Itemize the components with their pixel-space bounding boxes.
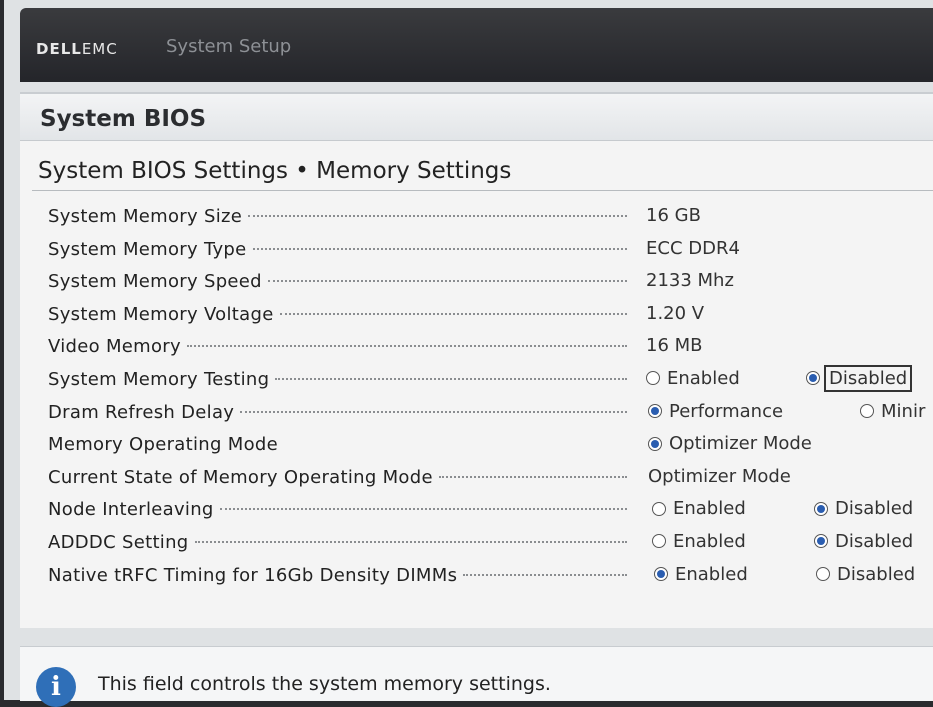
leader-dots xyxy=(252,247,627,250)
setting-label: System Memory Speed xyxy=(48,271,262,293)
setting-row-memory-size: System Memory Size 16 GB xyxy=(48,200,933,233)
radio-button-icon[interactable] xyxy=(652,534,666,549)
radio-enabled[interactable]: Enabled xyxy=(652,531,746,552)
settings-list: System Memory Size 16 GB System Memory T… xyxy=(48,200,933,591)
setting-label: System Memory Testing xyxy=(48,368,270,390)
leader-dots xyxy=(248,215,627,217)
radio-performance[interactable]: Performance xyxy=(648,401,783,422)
setting-label: Native tRFC Timing for 16Gb Density DIMM… xyxy=(48,564,458,586)
radio-selected-icon[interactable] xyxy=(814,534,828,549)
setting-label: Node Interleaving xyxy=(48,499,214,521)
setting-label: System Memory Voltage xyxy=(48,303,274,325)
setting-row-adddc: ADDDC Setting Enabled Disabled xyxy=(48,526,933,559)
setting-row-memory-type: System Memory Type ECC DDR4 xyxy=(48,233,933,266)
setting-row-node-interleaving: Node Interleaving Enabled Disabled xyxy=(48,493,933,526)
setting-row-memory-voltage: System Memory Voltage 1.20 V xyxy=(48,298,933,331)
setting-value: 16 MB xyxy=(646,335,703,357)
setting-label: Current State of Memory Operating Mode xyxy=(48,466,433,488)
info-icon: i xyxy=(36,667,76,707)
leader-dots xyxy=(186,345,627,348)
leader-dots xyxy=(275,377,627,380)
help-text: This field controls the system memory se… xyxy=(98,673,551,695)
setting-label: Memory Operating Mode xyxy=(48,434,278,456)
setting-label: Video Memory xyxy=(48,336,181,358)
setting-row-memory-operating-mode: Memory Operating Mode Optimizer Mode xyxy=(48,428,933,461)
panel-header: System BIOS xyxy=(20,94,933,141)
radio-enabled[interactable]: Enabled xyxy=(652,498,746,519)
setting-value: 1.20 V xyxy=(646,302,705,324)
divider xyxy=(32,190,933,191)
radio-selected-icon[interactable] xyxy=(654,567,668,582)
setting-value: Optimizer Mode xyxy=(648,465,791,487)
leader-dots xyxy=(219,508,627,511)
radio-selected-icon[interactable] xyxy=(648,404,662,419)
radio-disabled[interactable]: Disabled xyxy=(814,498,913,519)
radio-minimum[interactable]: Minir xyxy=(860,401,925,422)
radio-button-icon[interactable] xyxy=(816,567,830,582)
setting-label: ADDDC Setting xyxy=(48,531,189,553)
leader-dots xyxy=(240,410,627,413)
setting-value: 2133 Mhz xyxy=(646,270,734,292)
leader-dots xyxy=(194,540,627,543)
setting-label: System Memory Size xyxy=(48,206,243,227)
panel-title: System BIOS xyxy=(40,106,207,132)
setting-row-memory-testing: System Memory Testing Enabled Disabled xyxy=(48,363,933,396)
header-bar: DELLEMC System Setup xyxy=(20,8,933,82)
radio-disabled[interactable]: Disabled xyxy=(814,531,913,552)
radio-disabled[interactable]: Disabled xyxy=(816,564,915,585)
app-title: System Setup xyxy=(166,36,292,57)
help-bar: i This field controls the system memory … xyxy=(20,646,933,707)
radio-enabled[interactable]: Enabled xyxy=(654,564,748,585)
setting-value: 16 GB xyxy=(646,205,701,226)
setting-label: System Memory Type xyxy=(48,238,247,260)
main-panel: System BIOS System BIOS Settings • Memor… xyxy=(20,92,933,628)
leader-dots xyxy=(463,573,627,576)
radio-disabled[interactable]: Disabled xyxy=(806,364,913,392)
leader-dots xyxy=(438,475,627,478)
setting-row-native-trfc: Native tRFC Timing for 16Gb Density DIMM… xyxy=(48,559,933,592)
setting-row-video-memory: Video Memory 16 MB xyxy=(48,330,933,363)
radio-selected-icon[interactable] xyxy=(814,501,828,516)
setting-row-dram-refresh-delay: Dram Refresh Delay Performance Minir xyxy=(48,396,933,429)
leader-dots xyxy=(279,312,627,315)
leader-dots xyxy=(267,280,627,283)
setting-row-current-state: Current State of Memory Operating Mode O… xyxy=(48,461,933,494)
radio-enabled[interactable]: Enabled xyxy=(646,368,740,389)
setting-value: ECC DDR4 xyxy=(646,237,740,259)
dell-emc-logo: DELLEMC xyxy=(36,40,118,58)
setting-label: Dram Refresh Delay xyxy=(48,401,235,423)
radio-button-icon[interactable] xyxy=(646,371,660,386)
radio-selected-icon[interactable] xyxy=(806,371,820,386)
setting-row-memory-speed: System Memory Speed 2133 Mhz xyxy=(48,265,933,298)
radio-selected-icon[interactable] xyxy=(648,436,662,451)
radio-optimizer-mode[interactable]: Optimizer Mode xyxy=(648,433,812,454)
page-title: System BIOS Settings • Memory Settings xyxy=(38,158,512,184)
radio-button-icon[interactable] xyxy=(860,404,874,419)
radio-button-icon[interactable] xyxy=(652,501,666,516)
